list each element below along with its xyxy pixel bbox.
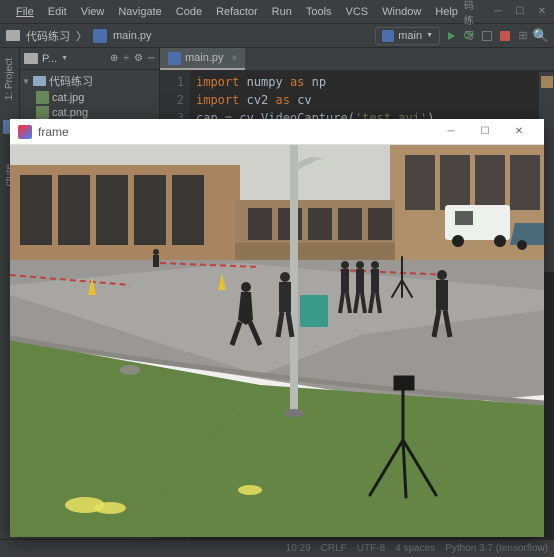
line-number: 1 (160, 73, 184, 91)
menu-navigate[interactable]: Navigate (112, 4, 167, 20)
close-tab-icon[interactable]: × (232, 53, 238, 64)
python-file-icon (93, 29, 107, 43)
minimize-icon[interactable]: ─ (492, 6, 504, 18)
scene-image (10, 145, 544, 537)
menu-view[interactable]: View (75, 4, 111, 20)
toolbar-right: main ▼ ⟳ ⊞ 🔍 (375, 27, 548, 45)
search-button[interactable]: 🔍 (534, 29, 548, 43)
image-file-icon (36, 106, 49, 119)
title-bar: File Edit View Navigate Code Refactor Ru… (0, 0, 554, 24)
folder-icon (33, 76, 46, 86)
status-line-sep[interactable]: CRLF (321, 543, 347, 554)
debug-icon (482, 31, 492, 41)
tree-file[interactable]: cat.png (22, 105, 157, 120)
chevron-right-icon: 〉 (76, 28, 87, 44)
window-controls: ─ ☐ ✕ (492, 6, 548, 18)
frame-window-controls: ─ ☐ ✕ (434, 120, 536, 144)
toolbar: 代码练习 〉 main.py main ▼ ⟳ ⊞ 🔍 (0, 24, 554, 48)
attach-button[interactable] (480, 29, 494, 43)
minimize-icon[interactable]: ─ (434, 120, 468, 144)
project-panel-header: P... ▼ ⊕ ÷ ⚙ ─ (20, 48, 159, 70)
menu-edit[interactable]: Edit (42, 4, 73, 20)
menu-run[interactable]: Run (266, 4, 298, 20)
close-icon[interactable]: ✕ (536, 6, 548, 18)
frame-title: frame (38, 125, 434, 139)
opencv-icon (18, 125, 32, 139)
tree-root[interactable]: ▼ 代码练习 (22, 72, 157, 90)
breadcrumb-file[interactable]: main.py (113, 30, 152, 42)
target-icon[interactable]: ⊕ (110, 53, 118, 64)
menu-help[interactable]: Help (429, 4, 464, 20)
status-encoding[interactable]: UTF-8 (357, 543, 385, 554)
video-frame (10, 145, 544, 537)
menu-bar: File Edit View Navigate Code Refactor Ru… (10, 4, 464, 20)
dropdown-arrow-icon: ▼ (426, 32, 433, 39)
python-file-icon (168, 52, 181, 65)
stop-button[interactable] (498, 29, 512, 43)
status-indent[interactable]: 4 spaces (395, 543, 435, 554)
folder-icon (6, 30, 20, 41)
breadcrumb: 代码练习 〉 main.py (6, 28, 152, 44)
menu-refactor[interactable]: Refactor (210, 4, 264, 20)
frame-window: frame ─ ☐ ✕ (10, 119, 544, 537)
menu-file[interactable]: File (10, 4, 40, 20)
run-config-selector[interactable]: main ▼ (375, 27, 440, 45)
breadcrumb-project[interactable]: 代码练习 (26, 28, 70, 44)
menu-tools[interactable]: Tools (300, 4, 338, 20)
maximize-icon[interactable]: ☐ (514, 6, 526, 18)
maximize-icon[interactable]: ☐ (468, 120, 502, 144)
expand-arrow-icon[interactable]: ▼ (22, 77, 30, 86)
menu-code[interactable]: Code (170, 4, 208, 20)
tab-label: main.py (185, 52, 224, 64)
tree-root-label: 代码练习 (49, 73, 93, 89)
tree-file[interactable]: cat.jpg (22, 90, 157, 105)
frame-titlebar[interactable]: frame ─ ☐ ✕ (10, 119, 544, 145)
tree-file-label: cat.png (52, 107, 88, 119)
close-icon[interactable]: ✕ (502, 120, 536, 144)
debug-button[interactable]: ⟳ (462, 29, 476, 43)
python-icon (382, 30, 394, 42)
status-interpreter[interactable]: Python 3.7 (tensorflow) (445, 543, 548, 554)
stop-icon (500, 31, 510, 41)
folder-icon (24, 53, 38, 64)
panel-header-icons: ⊕ ÷ ⚙ ─ (110, 53, 155, 64)
menu-vcs[interactable]: VCS (340, 4, 375, 20)
line-number: 2 (160, 91, 184, 109)
editor-tab-main[interactable]: main.py × (160, 48, 245, 70)
run-config-label: main (398, 30, 422, 42)
database-tool-icon[interactable] (541, 76, 553, 88)
editor-tabs: main.py × (160, 48, 554, 70)
status-cursor-pos[interactable]: 10:29 (286, 543, 311, 554)
menu-window[interactable]: Window (376, 4, 427, 20)
run-button[interactable] (444, 29, 458, 43)
dropdown-icon[interactable]: ▼ (61, 55, 68, 62)
update-button[interactable]: ⊞ (516, 29, 530, 43)
tree-file-label: cat.jpg (52, 92, 84, 104)
hide-icon[interactable]: ─ (148, 53, 155, 64)
image-file-icon (36, 91, 49, 104)
gear-icon[interactable]: ⚙ (134, 53, 143, 64)
project-tool-button[interactable]: 1: Project (4, 58, 15, 100)
panel-header-label[interactable]: P... (42, 53, 57, 65)
collapse-icon[interactable]: ÷ (123, 53, 129, 64)
ide-window: File Edit View Navigate Code Refactor Ru… (0, 0, 554, 557)
play-icon (448, 32, 455, 40)
status-bar: 10:29 CRLF UTF-8 4 spaces Python 3.7 (te… (0, 539, 554, 557)
